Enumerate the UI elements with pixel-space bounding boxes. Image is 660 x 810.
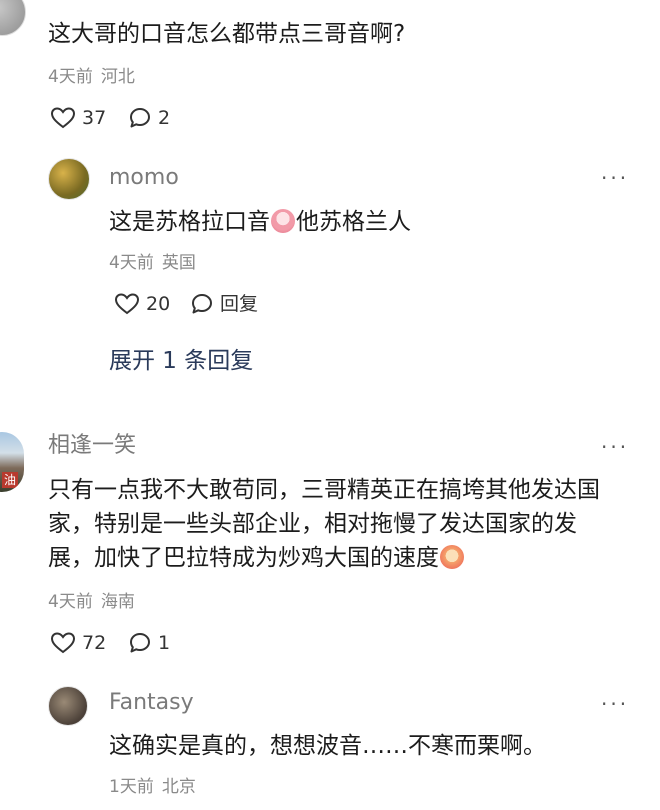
surprised-emoji-icon	[440, 545, 464, 569]
comment-text-line: 只有一点我不大敢苟同，三哥精英正在搞垮其他发达国	[48, 477, 600, 503]
reply-text: 这是苏格拉口音 他苏格兰人	[109, 205, 411, 239]
reply-time: 4天前	[109, 253, 154, 273]
reply-meta: 1天前 北京	[109, 776, 196, 798]
reply-location: 英国	[161, 253, 196, 273]
reply-text-part: 这是苏格拉口音	[109, 209, 270, 235]
more-icon: ···	[601, 435, 630, 459]
avatar[interactable]: 油	[0, 432, 24, 492]
like-button[interactable]: 72	[50, 631, 106, 655]
like-button[interactable]: 20	[114, 292, 170, 316]
comment-text-line-wrap: 展，加快了巴拉特成为炒鸡大国的速度	[48, 541, 648, 575]
avatar[interactable]	[48, 686, 88, 726]
crying-emoji-icon	[271, 209, 295, 233]
reply-text: 这确实是真的，想想波音……不寒而栗啊。	[109, 733, 546, 759]
like-count: 72	[82, 632, 107, 654]
comment-text: 这大哥的口音怎么都带点三哥音啊?	[48, 21, 406, 47]
like-count: 37	[82, 107, 107, 129]
comment-text: 只有一点我不大敢苟同，三哥精英正在搞垮其他发达国 家，特别是一些头部企业，相对拖…	[48, 473, 648, 575]
reply-time: 1天前	[109, 777, 154, 797]
user-name[interactable]: Fantasy	[109, 689, 194, 717]
reply-text-part: 他苏格兰人	[296, 209, 411, 235]
heart-icon	[114, 293, 140, 315]
more-button[interactable]: ···	[601, 168, 629, 188]
reply-count: 1	[158, 632, 171, 654]
user-name[interactable]: 相逢一笑	[48, 432, 136, 460]
reply-meta: 4天前 英国	[109, 252, 196, 274]
more-icon: ···	[601, 692, 630, 716]
avatar[interactable]	[0, 0, 26, 36]
reply-location: 北京	[161, 777, 196, 797]
comment-text-line: 展，加快了巴拉特成为炒鸡大国的速度	[48, 545, 439, 571]
reply-label: 回复	[220, 293, 259, 315]
comment-icon	[130, 108, 150, 128]
comment-icon	[130, 633, 150, 653]
more-button[interactable]: ···	[601, 694, 629, 714]
comment-time: 4天前	[48, 592, 93, 612]
reply-button[interactable]: 回复	[190, 292, 258, 316]
avatar[interactable]	[48, 158, 90, 200]
comment-text-line: 家，特别是一些头部企业，相对拖慢了发达国家的发	[48, 511, 577, 537]
reply-button[interactable]: 1	[128, 631, 170, 655]
heart-icon	[50, 107, 76, 129]
like-count: 20	[146, 293, 171, 315]
comment-meta: 4天前 海南	[48, 591, 135, 613]
comment-location: 海南	[100, 592, 135, 612]
expand-replies-link[interactable]: 展开 1 条回复	[109, 346, 253, 376]
heart-icon	[50, 632, 76, 654]
user-name[interactable]: momo	[109, 164, 179, 192]
comment-location: 河北	[100, 67, 135, 87]
more-button[interactable]: ···	[601, 437, 629, 457]
comment-meta: 4天前 河北	[48, 66, 135, 88]
reply-count: 2	[158, 107, 171, 129]
like-button[interactable]: 37	[50, 106, 106, 130]
comment-icon	[192, 294, 212, 314]
avatar-text: 油	[2, 472, 19, 488]
more-icon: ···	[601, 166, 630, 190]
comment-time: 4天前	[48, 67, 93, 87]
reply-button[interactable]: 2	[128, 106, 170, 130]
